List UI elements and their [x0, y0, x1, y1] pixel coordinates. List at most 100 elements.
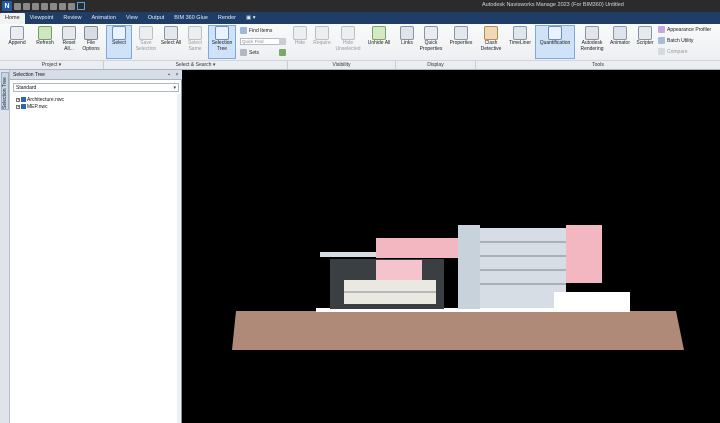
quick-properties-icon	[424, 26, 438, 40]
tab-animation[interactable]: Animation	[86, 13, 120, 24]
links-button[interactable]: Links	[398, 26, 416, 47]
file-icon	[21, 104, 26, 109]
tree-icon	[215, 26, 229, 40]
tree-mode-select[interactable]: Standard ▾	[13, 83, 179, 92]
tree-item-label: Architecture.nwc	[27, 96, 64, 103]
sets-extra-button[interactable]	[279, 49, 286, 56]
selection-tree-button[interactable]: Selection Tree	[208, 25, 236, 59]
clash-icon	[484, 26, 498, 40]
compare-button[interactable]: Compare	[658, 48, 688, 55]
tree-item-mep[interactable]: + MEP.nwc	[16, 103, 64, 110]
pink-roof-block	[376, 238, 460, 258]
redo-icon[interactable]	[59, 2, 66, 10]
ribbon-groups: Project ▾ Select & Search ▾ Visibility D…	[0, 60, 720, 70]
select-same-button[interactable]: Select Same	[184, 26, 206, 52]
select-tool-icon[interactable]	[77, 2, 85, 10]
quantification-button[interactable]: Quantification	[535, 25, 575, 59]
scripter-label: Scripter	[636, 40, 654, 46]
hide-unselected-button[interactable]: Hide Unselected	[334, 26, 362, 52]
quick-find-input[interactable]: Quick Find	[240, 38, 280, 45]
tree-item-architecture[interactable]: + Architecture.nwc	[16, 96, 64, 103]
select-label: Select	[112, 40, 126, 46]
group-select-search[interactable]: Select & Search ▾	[104, 60, 288, 69]
tab-render[interactable]: Render	[213, 13, 241, 24]
tab-home[interactable]: Home	[0, 13, 25, 24]
batch-utility-button[interactable]: Batch Utility	[658, 37, 693, 44]
save-icon[interactable]	[32, 2, 39, 10]
right-podium	[554, 292, 630, 310]
rendering-icon	[585, 26, 599, 40]
find-icon	[240, 27, 247, 34]
group-project[interactable]: Project ▾	[0, 60, 104, 69]
scripter-button[interactable]: Scripter	[634, 26, 656, 47]
print-icon[interactable]	[41, 2, 48, 10]
open-icon[interactable]	[23, 2, 30, 10]
timeliner-button[interactable]: TimeLiner	[506, 26, 534, 47]
app-menu-icon[interactable]: N	[2, 1, 12, 11]
properties-button[interactable]: Properties	[446, 26, 476, 47]
sets-button[interactable]: Sets	[240, 49, 259, 56]
append-icon	[10, 26, 24, 40]
select-same-icon	[188, 26, 202, 40]
window-title: Autodesk Navisworks Manage 2023 (For BIM…	[482, 2, 624, 8]
tab-overflow[interactable]: ▣ ▾	[241, 13, 261, 24]
unhide-all-button[interactable]: Unhide All	[366, 26, 392, 47]
hide-button[interactable]: Hide	[290, 26, 310, 47]
compare-icon	[658, 48, 665, 55]
select-button[interactable]: Select	[106, 25, 132, 59]
cursor-icon	[112, 26, 126, 40]
file-options-label: File Options	[82, 40, 100, 52]
3d-viewport[interactable]	[182, 70, 720, 423]
reset-all-button[interactable]: Reset All...	[58, 26, 80, 52]
quick-access-toolbar: N	[0, 1, 85, 11]
clash-detective-button[interactable]: Clash Detective	[478, 26, 504, 52]
append-button[interactable]: Append	[4, 26, 30, 47]
pin-icon[interactable]: ▪	[166, 72, 172, 78]
sets-icon	[240, 49, 247, 56]
autodesk-rendering-label: Autodesk Rendering	[580, 40, 604, 52]
new-icon[interactable]	[14, 2, 21, 10]
tab-review[interactable]: Review	[58, 13, 86, 24]
quantification-label: Quantification	[539, 40, 571, 46]
quick-find-go-button[interactable]	[279, 38, 286, 45]
selection-tree-side-tab[interactable]: Selection Tree	[1, 72, 9, 110]
panel-scrollbar[interactable]	[177, 94, 181, 423]
links-label: Links	[401, 40, 413, 46]
find-items-button[interactable]: Find Items	[240, 27, 272, 34]
properties-icon	[454, 26, 468, 40]
link-icon	[400, 26, 414, 40]
find-items-label: Find Items	[249, 27, 273, 34]
file-options-button[interactable]: File Options	[80, 26, 102, 52]
tab-output[interactable]: Output	[143, 13, 170, 24]
autodesk-rendering-button[interactable]: Autodesk Rendering	[577, 26, 607, 52]
unhide-all-label: Unhide All	[367, 40, 391, 46]
selection-tree-panel: Selection Tree ▪ × Standard ▾ + Architec…	[10, 70, 182, 423]
tree-item-label: MEP.nwc	[27, 103, 48, 110]
refresh-icon[interactable]	[68, 2, 75, 10]
select-all-button[interactable]: Select All	[160, 26, 182, 47]
hide-unselected-icon	[341, 26, 355, 40]
animator-icon	[613, 26, 627, 40]
reset-icon	[62, 26, 76, 40]
file-options-icon	[84, 26, 98, 40]
batch-utility-label: Batch Utility	[667, 37, 694, 44]
expand-icon[interactable]: +	[16, 97, 20, 102]
tab-viewpoint[interactable]: Viewpoint	[25, 13, 59, 24]
appearance-profiler-button[interactable]: Appearance Profiler	[658, 26, 711, 33]
require-button[interactable]: Require	[312, 26, 332, 47]
save-selection-button[interactable]: Save Selection	[134, 26, 158, 52]
tab-bim360-glue[interactable]: BIM 360 Glue	[169, 13, 213, 24]
undo-icon[interactable]	[50, 2, 57, 10]
close-icon[interactable]: ×	[174, 72, 180, 78]
group-visibility: Visibility	[288, 60, 396, 69]
clash-detective-label: Clash Detective	[480, 40, 502, 52]
refresh-icon	[38, 26, 52, 40]
tab-view[interactable]: View	[121, 13, 143, 24]
unhide-icon	[372, 26, 386, 40]
expand-icon[interactable]: +	[16, 104, 20, 109]
chevron-down-icon: ▾	[173, 85, 176, 91]
quick-properties-button[interactable]: Quick Properties	[418, 26, 444, 52]
animator-button[interactable]: Animator	[607, 26, 633, 47]
refresh-button[interactable]: Refresh	[32, 26, 58, 47]
selection-tree-label: Selection Tree	[211, 40, 233, 52]
